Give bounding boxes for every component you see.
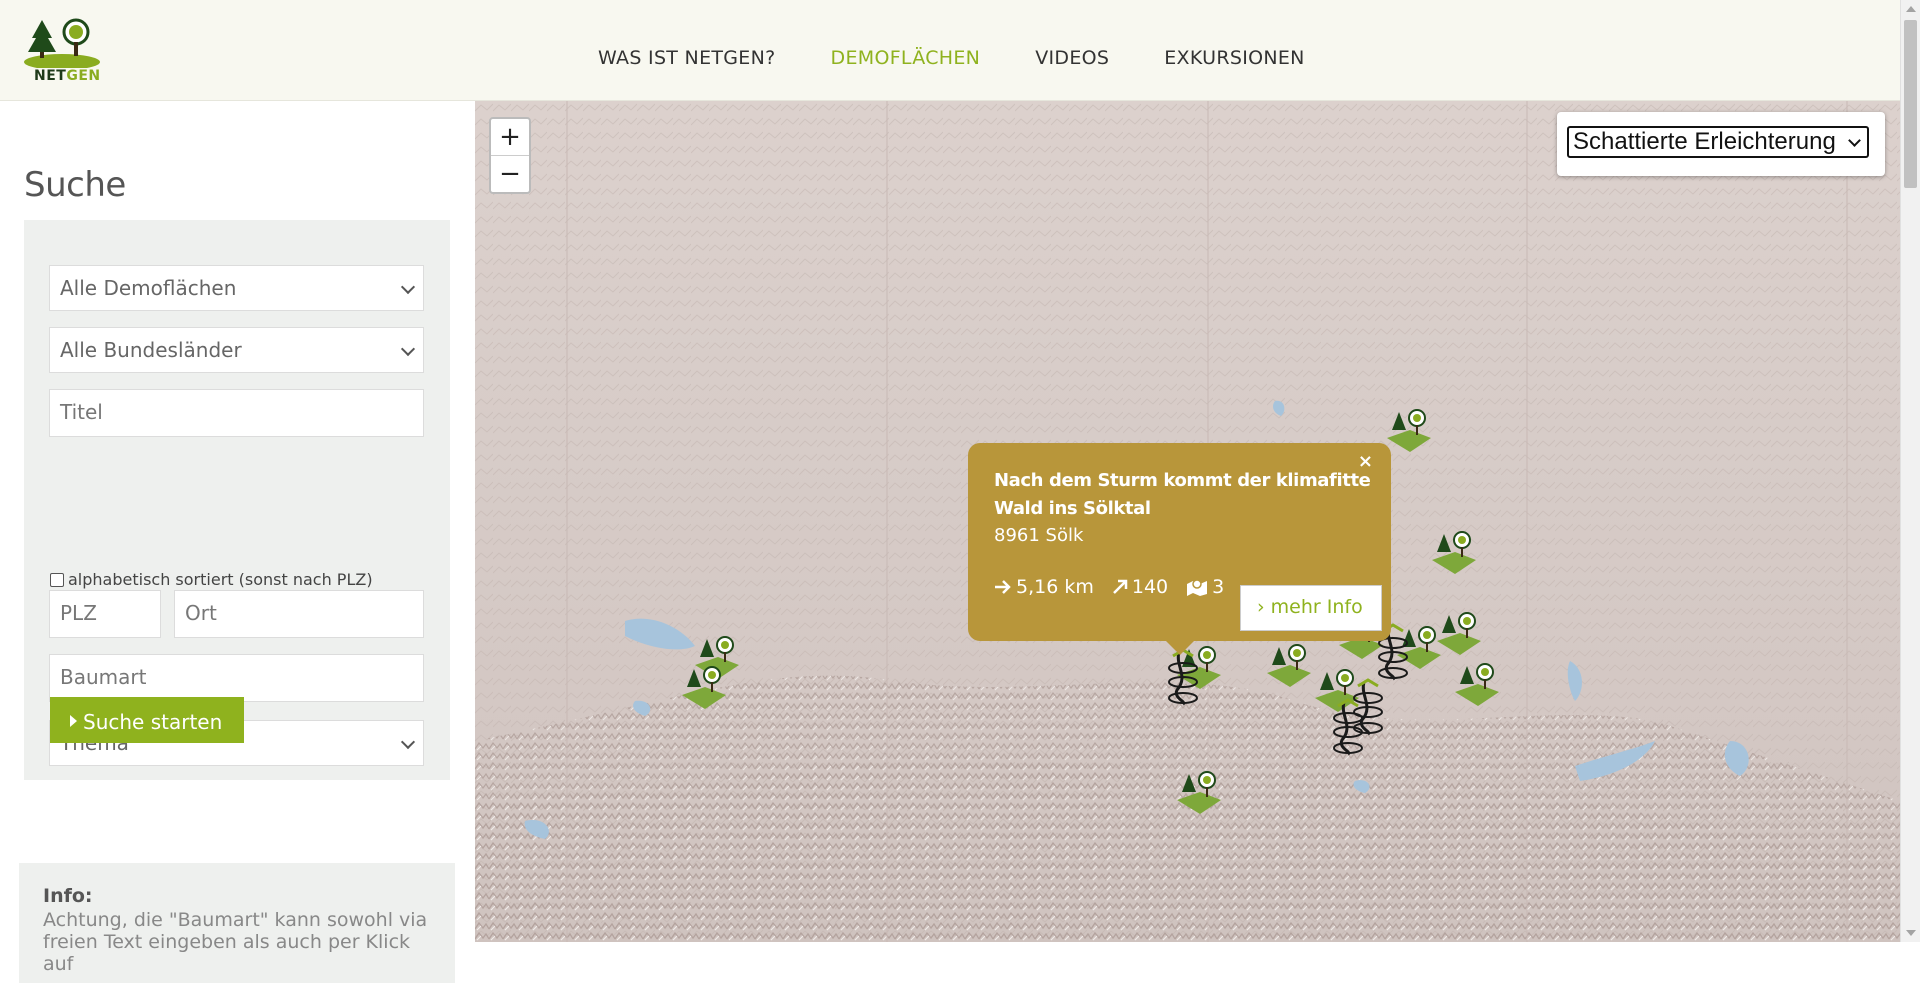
chevron-down-icon bbox=[400, 734, 416, 750]
elevation-stat: 140 bbox=[1112, 576, 1168, 598]
search-start-label: Suche starten bbox=[83, 710, 223, 734]
titel-input[interactable]: Titel bbox=[49, 389, 424, 437]
distance-value: 5,16 km bbox=[1016, 576, 1094, 598]
caret-right-icon bbox=[70, 715, 77, 727]
layer-select[interactable]: Schattierte Erleichterung bbox=[1567, 126, 1869, 158]
trees-marker-icon bbox=[1177, 771, 1221, 814]
tree-ring-marker[interactable] bbox=[1350, 676, 1386, 736]
elevation-value: 140 bbox=[1131, 576, 1169, 598]
trees-logo-icon bbox=[24, 18, 100, 70]
nav-videos[interactable]: VIDEOS bbox=[1035, 47, 1109, 69]
nav-demoflaechen[interactable]: DEMOFLÄCHEN bbox=[831, 47, 981, 69]
page-scrollbar[interactable] bbox=[1900, 0, 1920, 942]
popup-tip bbox=[1166, 641, 1194, 655]
baumart-placeholder: Baumart bbox=[60, 665, 147, 689]
sort-checkbox[interactable] bbox=[50, 572, 64, 587]
ort-input[interactable]: Ort bbox=[174, 590, 424, 638]
chevron-down-icon bbox=[1848, 134, 1861, 147]
info-heading: Info: bbox=[43, 885, 93, 907]
search-form: Alle Demoflächen Alle Bundesländer Titel… bbox=[24, 220, 450, 780]
map-view[interactable]: + − Schattierte Erleichterung × Nach dem… bbox=[475, 101, 1900, 942]
demoflaechen-select-value: Alle Demoflächen bbox=[60, 276, 237, 300]
demoflaeche-marker[interactable] bbox=[1385, 404, 1435, 454]
demoflaeche-marker[interactable] bbox=[1430, 526, 1480, 576]
scroll-thumb[interactable] bbox=[1904, 20, 1917, 188]
distance-stat: 5,16 km bbox=[994, 576, 1094, 598]
map-count-stat: 3 bbox=[1186, 576, 1224, 598]
popup-address: 8961 Sölk bbox=[994, 525, 1084, 546]
mehr-info-button[interactable]: › mehr Info bbox=[1240, 585, 1382, 631]
layer-control: Schattierte Erleichterung bbox=[1557, 112, 1885, 176]
info-text: Achtung, die "Baumart" kann sowohl via f… bbox=[43, 909, 428, 975]
demoflaechen-select[interactable]: Alle Demoflächen bbox=[49, 265, 424, 311]
nav-was-ist-netgen[interactable]: WAS IST NETGEN? bbox=[598, 47, 776, 69]
arrow-right-icon bbox=[995, 580, 1011, 594]
info-box: Info: Achtung, die "Baumart" kann sowohl… bbox=[19, 863, 455, 983]
nav-exkursionen[interactable]: EXKURSIONEN bbox=[1164, 47, 1304, 69]
plz-placeholder: PLZ bbox=[60, 601, 97, 625]
main-nav: WAS IST NETGEN? DEMOFLÄCHEN VIDEOS EXKUR… bbox=[598, 47, 1305, 69]
demoflaeche-marker[interactable] bbox=[1265, 639, 1315, 689]
titel-placeholder: Titel bbox=[60, 400, 103, 424]
trees-marker-icon bbox=[1455, 663, 1499, 706]
layer-select-value: Schattierte Erleichterung bbox=[1573, 128, 1836, 155]
map-marker-icon bbox=[1187, 579, 1208, 596]
popup-title: Nach dem Sturm kommt der klimafitte Wald… bbox=[994, 470, 1371, 519]
search-sidebar: Suche Alle Demoflächen Alle Bundesländer… bbox=[0, 101, 474, 983]
tree-ring-marker-icon bbox=[1353, 678, 1383, 736]
site-header: NETGEN WAS IST NETGEN? DEMOFLÄCHEN VIDEO… bbox=[0, 0, 1900, 101]
scroll-up-icon[interactable] bbox=[1906, 6, 1916, 12]
tree-ring-marker[interactable] bbox=[1165, 646, 1201, 706]
zoom-control: + − bbox=[489, 117, 531, 194]
arrow-up-right-icon bbox=[1112, 579, 1128, 594]
trees-marker-icon bbox=[1432, 531, 1476, 574]
map-popup: × Nach dem Sturm kommt der klimafitte Wa… bbox=[968, 443, 1391, 655]
sort-checkbox-label: alphabetisch sortiert (sonst nach PLZ) bbox=[68, 570, 373, 589]
zoom-out-button[interactable]: − bbox=[491, 155, 529, 192]
trees-marker-icon bbox=[1267, 644, 1311, 687]
plz-input[interactable]: PLZ bbox=[49, 590, 161, 638]
netgen-logo[interactable]: NETGEN bbox=[22, 16, 102, 88]
chevron-down-icon bbox=[400, 279, 416, 295]
scroll-down-icon[interactable] bbox=[1906, 930, 1916, 936]
tree-ring-marker-icon bbox=[1168, 648, 1198, 706]
sort-checkbox-row[interactable]: alphabetisch sortiert (sonst nach PLZ) bbox=[50, 570, 373, 589]
zoom-in-button[interactable]: + bbox=[491, 119, 529, 155]
mehr-info-label: mehr Info bbox=[1270, 596, 1363, 618]
count-value: 3 bbox=[1212, 576, 1225, 598]
demoflaeche-marker[interactable] bbox=[1453, 658, 1503, 708]
trees-marker-icon bbox=[682, 666, 726, 709]
trees-marker-icon bbox=[1387, 409, 1431, 452]
popup-stats: 5,16 km 140 3 bbox=[994, 576, 1224, 598]
logo-text: NETGEN bbox=[34, 68, 101, 84]
ort-placeholder: Ort bbox=[185, 601, 217, 625]
chevron-down-icon bbox=[400, 341, 416, 357]
chevron-right-icon: › bbox=[1257, 596, 1271, 618]
search-start-button[interactable]: Suche starten bbox=[50, 697, 244, 743]
search-title: Suche bbox=[24, 165, 126, 205]
bundeslaender-select-value: Alle Bundesländer bbox=[60, 338, 242, 362]
bundeslaender-select[interactable]: Alle Bundesländer bbox=[49, 327, 424, 373]
baumart-input[interactable]: Baumart bbox=[49, 654, 424, 702]
demoflaeche-marker[interactable] bbox=[680, 661, 730, 711]
demoflaeche-marker[interactable] bbox=[1175, 766, 1225, 816]
